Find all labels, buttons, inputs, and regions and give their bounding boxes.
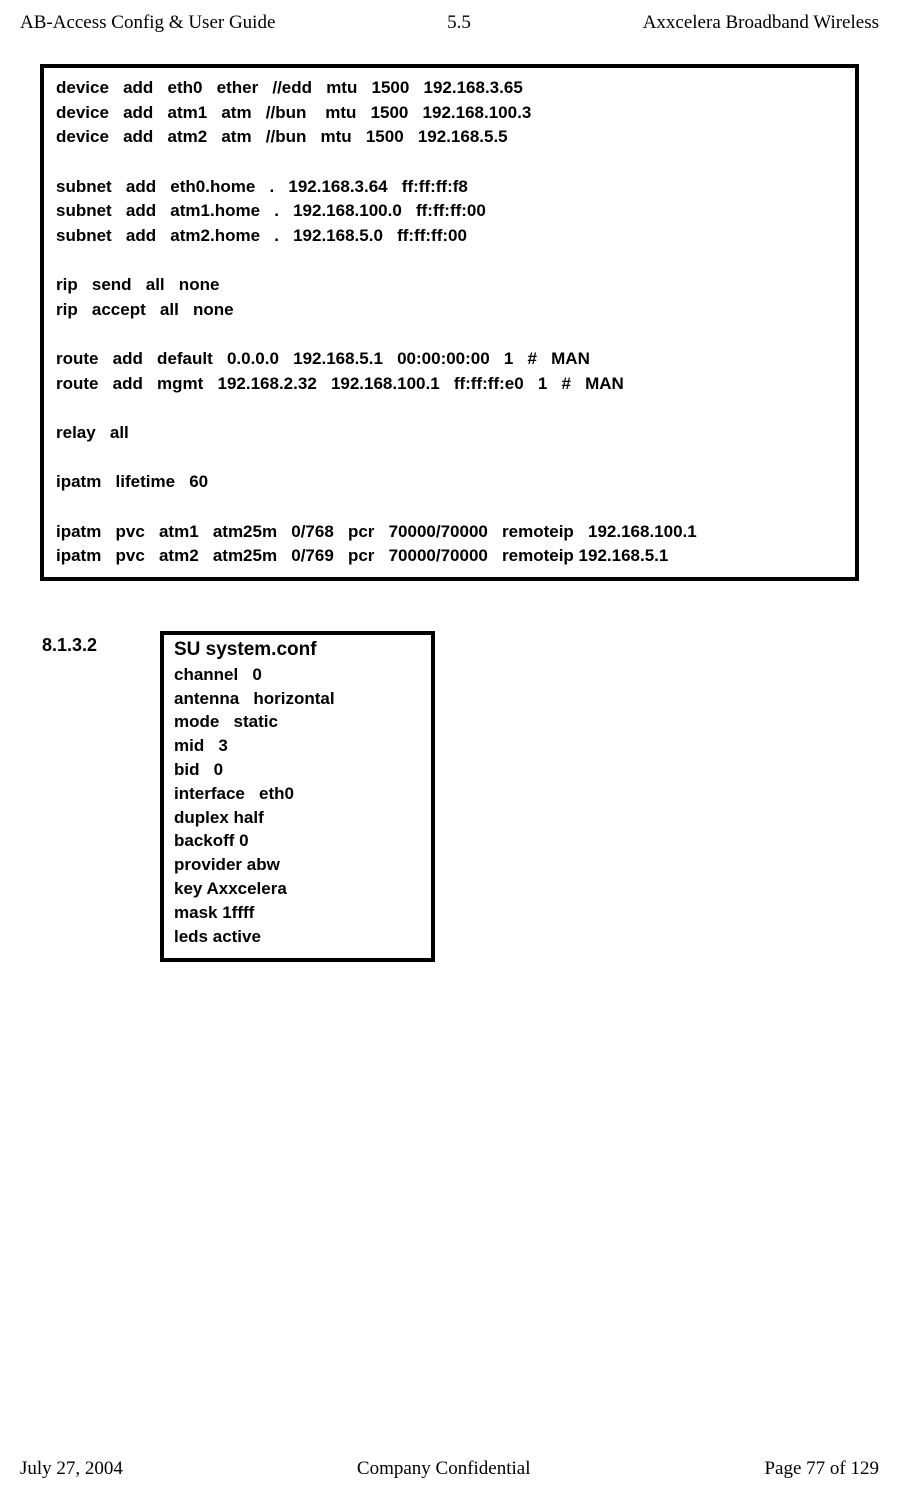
header-left: AB-Access Config & User Guide: [20, 12, 275, 34]
section-row: 8.1.3.2 SU system.conf channel 0 antenna…: [40, 631, 859, 963]
page-footer: July 27, 2004 Company Confidential Page …: [0, 1458, 899, 1480]
su-system-conf-box: SU system.conf channel 0 antenna horizon…: [160, 631, 435, 963]
config-code-block: device add eth0 ether //edd mtu 1500 192…: [40, 64, 859, 581]
footer-page-number: Page 77 of 129: [764, 1458, 879, 1480]
footer-date: July 27, 2004: [20, 1458, 123, 1480]
su-system-conf-title: SU system.conf: [174, 639, 421, 661]
content-area: device add eth0 ether //edd mtu 1500 192…: [0, 34, 899, 962]
su-system-conf-body: channel 0 antenna horizontal mode static…: [174, 663, 421, 949]
section-number: 8.1.3.2: [40, 631, 160, 656]
page-header: AB-Access Config & User Guide 5.5 Axxcel…: [0, 0, 899, 34]
footer-confidential: Company Confidential: [357, 1458, 531, 1480]
header-right: Axxcelera Broadband Wireless: [643, 12, 879, 34]
header-center: 5.5: [447, 12, 471, 34]
